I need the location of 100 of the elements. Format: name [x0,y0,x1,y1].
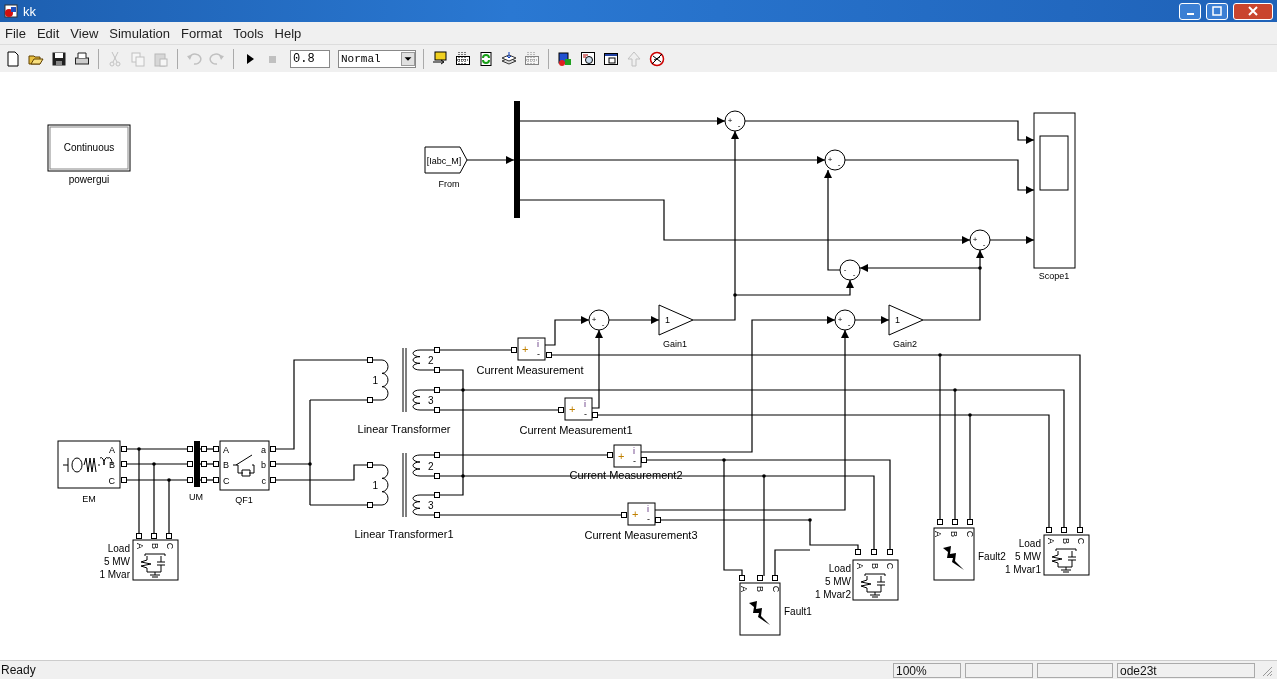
menu-item[interactable]: Help [269,25,308,41]
port-terminal[interactable] [434,452,440,458]
current-measurement-block[interactable] [517,337,546,361]
app-icon [4,4,18,18]
library-icon[interactable] [557,50,573,67]
port-terminal[interactable] [546,352,552,358]
fault-block[interactable] [933,527,975,581]
port-terminal[interactable] [367,397,373,403]
port-terminal[interactable] [187,446,193,452]
port-terminal[interactable] [434,492,440,498]
port-terminal[interactable] [121,461,127,467]
port-label: b [261,460,266,470]
port-terminal[interactable] [434,387,440,393]
port-terminal[interactable] [434,347,440,353]
port-terminal[interactable] [887,549,893,555]
block-label: Current Measurement [476,364,584,376]
source-block[interactable] [57,440,121,489]
port-terminal[interactable] [367,462,373,468]
junction-dot [137,447,141,451]
load-label: 1 Mvar [99,569,130,580]
grid-icon[interactable] [455,50,471,67]
sum-block[interactable] [824,149,846,171]
block-label: Current Measurement3 [584,529,698,541]
minimize-button[interactable] [1179,2,1201,20]
save-icon[interactable] [51,50,67,67]
from-block[interactable] [424,146,468,174]
plus-sign: + [632,508,639,520]
port-terminal[interactable] [434,367,440,373]
port-terminal[interactable] [855,549,861,555]
port-terminal[interactable] [434,473,440,479]
maximize-button[interactable] [1206,2,1228,20]
port-terminal[interactable] [967,519,973,525]
rlc-icon [860,573,886,598]
sum-sign: + [727,116,733,125]
port-terminal[interactable] [937,519,943,525]
breaker-block[interactable] [219,440,270,491]
stop-time-field[interactable]: 0.8 [290,49,330,68]
bug-icon[interactable] [649,50,665,67]
block-label: EM [82,494,96,504]
port-terminal[interactable] [511,347,517,353]
menu-item[interactable]: Format [176,25,229,41]
block-label: Current Measurement1 [519,424,633,436]
sum-sign: - [982,240,986,249]
port-terminal[interactable] [187,461,193,467]
port-terminal[interactable] [367,502,373,508]
sum-block[interactable] [839,259,861,281]
magnifier-icon[interactable] [580,50,596,67]
simulation-mode-dropdown[interactable]: Normal [338,49,416,68]
block-label: QF1 [235,495,253,505]
port-terminal[interactable] [187,477,193,483]
status-pane [965,662,1033,678]
winding-number: 3 [428,395,434,406]
new-file-icon[interactable] [5,50,21,67]
current-measurement-block[interactable] [564,397,593,421]
load-label: Load [1018,538,1041,549]
menu-item[interactable]: Tools [228,25,270,41]
gain-block[interactable] [888,304,924,336]
menu-item[interactable]: View [65,25,105,41]
port-terminal[interactable] [558,407,564,413]
port-terminal[interactable] [607,452,613,458]
connection-line [854,316,890,324]
port-terminal[interactable] [871,549,877,555]
menu-item[interactable]: Edit [31,25,66,41]
fault-block[interactable] [739,582,781,636]
sum-block[interactable] [724,110,746,132]
sum-block[interactable] [588,309,610,331]
minus-sign: - [633,456,636,466]
window-icon[interactable] [603,50,619,67]
rlc-icon [1051,548,1077,573]
port-label: A [932,531,943,537]
current-measurement-block[interactable] [613,444,642,468]
plus-sign: + [569,403,576,415]
refresh-icon[interactable] [478,50,494,67]
gain-block[interactable] [658,304,694,336]
port-terminal[interactable] [270,446,276,452]
junction-dot [938,353,942,357]
port-label: A [223,445,229,455]
label-arrow-icon[interactable] [432,50,448,67]
port-terminal[interactable] [952,519,958,525]
port-terminal[interactable] [121,477,127,483]
printer-icon[interactable] [74,50,90,67]
port-terminal[interactable] [434,407,440,413]
load-label: 5 MW [103,556,130,567]
port-terminal[interactable] [270,461,276,467]
menu-item[interactable]: Simulation [104,25,176,41]
port-terminal[interactable] [121,446,127,452]
junction-dot [762,474,766,478]
sum-block[interactable] [834,309,856,331]
port-terminal[interactable] [367,357,373,363]
output-label: i [647,504,649,514]
close-button[interactable] [1233,2,1273,20]
sum-block[interactable] [969,229,991,251]
port-label: C [770,585,781,593]
port-terminal[interactable] [434,512,440,518]
block-label: Scope1 [1038,271,1070,281]
port-terminal[interactable] [270,477,276,483]
current-measurement-block[interactable] [627,502,656,526]
port-terminal[interactable] [621,512,627,518]
layers-icon[interactable] [501,50,517,67]
menu-item[interactable]: File [0,25,32,41]
